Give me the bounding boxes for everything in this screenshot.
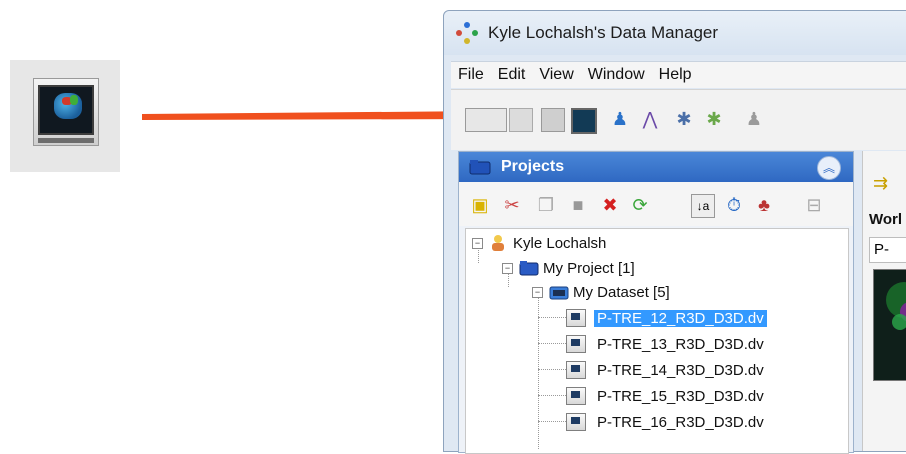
collapse-toggle-icon[interactable]: − [472, 237, 483, 249]
menu-help[interactable]: Help [652, 66, 699, 84]
copy-icon[interactable]: ❐ [535, 194, 557, 216]
user-icon[interactable]: ♟ [743, 108, 765, 130]
tree-file-label: P-TRE_16_R3D_D3D.dv [597, 413, 764, 431]
image-file-icon [566, 335, 586, 353]
projects-title: Projects [501, 158, 565, 175]
collapse-all-icon[interactable]: ⊟ [803, 194, 825, 216]
image-viewer-button-icon[interactable] [571, 108, 597, 134]
tree-file-1[interactable]: P-TRE_12_R3D_D3D.dv [566, 307, 767, 329]
toolbar-button-1[interactable] [465, 108, 507, 132]
cut-icon[interactable]: ✂ [501, 194, 523, 216]
toolbar-button-3[interactable] [541, 108, 565, 132]
tree-file-2[interactable]: P-TRE_13_R3D_D3D.dv [566, 333, 764, 355]
collapse-toggle-icon[interactable]: − [532, 286, 543, 298]
projects-toolbar: ▣ ✂ ❐ ■ ✖ ⟳ ↓a ⏱ ♣ ⊟ [459, 182, 853, 226]
menu-view[interactable]: View [532, 66, 580, 84]
image-file-icon [566, 309, 586, 327]
paste-icon[interactable]: ■ [567, 194, 589, 216]
app-logo-icon [456, 22, 478, 44]
work-pane: ⇉ Worl P- [862, 151, 906, 451]
tree-file-label: P-TRE_12_R3D_D3D.dv [594, 309, 767, 327]
toolbar-button-2[interactable] [509, 108, 533, 132]
folder-icon [519, 259, 539, 277]
image-file-icon [566, 413, 586, 431]
collapse-toggle-icon[interactable]: − [502, 262, 513, 274]
dataset-folder-icon [549, 283, 569, 301]
tree-file-5[interactable]: P-TRE_16_R3D_D3D.dv [566, 411, 764, 433]
menu-window[interactable]: Window [581, 66, 652, 84]
project-tree: − Kyle Lochalsh − My Project [1] − My Da… [465, 228, 849, 454]
tree-file-3[interactable]: P-TRE_14_R3D_D3D.dv [566, 359, 764, 381]
timer-icon[interactable]: ⏱ [723, 194, 745, 216]
tree-file-label: P-TRE_14_R3D_D3D.dv [597, 361, 764, 379]
projects-header: Projects ︽ [459, 152, 853, 182]
menu-edit[interactable]: Edit [491, 66, 533, 84]
tree-project[interactable]: − My Project [1] [502, 257, 635, 279]
arrows-icon[interactable]: ⇉ [873, 173, 888, 194]
folder-icon [469, 160, 491, 175]
app-window: Kyle Lochalsh's Data Manager File Edit V… [443, 10, 906, 454]
image-file-icon [566, 387, 586, 405]
tree-file-label: P-TRE_15_R3D_D3D.dv [597, 387, 764, 405]
people-icon[interactable]: ♟ [609, 108, 631, 130]
settings-icon[interactable]: ✱ [673, 108, 695, 130]
main-toolbar: ♟ ⋀ ✱ ✱ ♟ [451, 89, 906, 150]
tree-user[interactable]: − Kyle Lochalsh [472, 232, 606, 254]
work-label: Worl [869, 211, 903, 228]
tree-dataset[interactable]: − My Dataset [5] [532, 281, 670, 303]
window-title: Kyle Lochalsh's Data Manager [488, 23, 719, 42]
tree-dataset-label: My Dataset [5] [573, 283, 670, 301]
sort-az-icon[interactable]: ↓a [691, 194, 715, 218]
tree-user-label: Kyle Lochalsh [513, 234, 607, 252]
tree-file-4[interactable]: P-TRE_15_R3D_D3D.dv [566, 385, 764, 407]
collapse-icon[interactable]: ︽ [817, 156, 841, 180]
user-icon [489, 234, 507, 252]
delete-icon[interactable]: ✖ [599, 194, 621, 216]
network-icon[interactable]: ⋀ [639, 108, 661, 130]
refresh-icon[interactable]: ⟳ [629, 194, 651, 216]
new-icon[interactable]: ▣ [469, 194, 491, 216]
import-icon[interactable]: ✱ [703, 108, 725, 130]
menu-file[interactable]: File [451, 66, 491, 84]
tags-icon[interactable]: ♣ [753, 194, 775, 216]
image-file-icon [566, 361, 586, 379]
menu-bar: File Edit View Window Help [451, 61, 906, 88]
tree-file-label: P-TRE_13_R3D_D3D.dv [597, 335, 764, 353]
title-bar[interactable]: Kyle Lochalsh's Data Manager [444, 11, 906, 55]
tree-project-label: My Project [1] [543, 259, 635, 277]
work-tab[interactable]: P- [869, 237, 906, 263]
projects-panel: Projects ︽ ▣ ✂ ❐ ■ ✖ ⟳ ↓a ⏱ ♣ ⊟ − Kyle L… [458, 151, 854, 454]
image-preview[interactable] [873, 269, 906, 381]
